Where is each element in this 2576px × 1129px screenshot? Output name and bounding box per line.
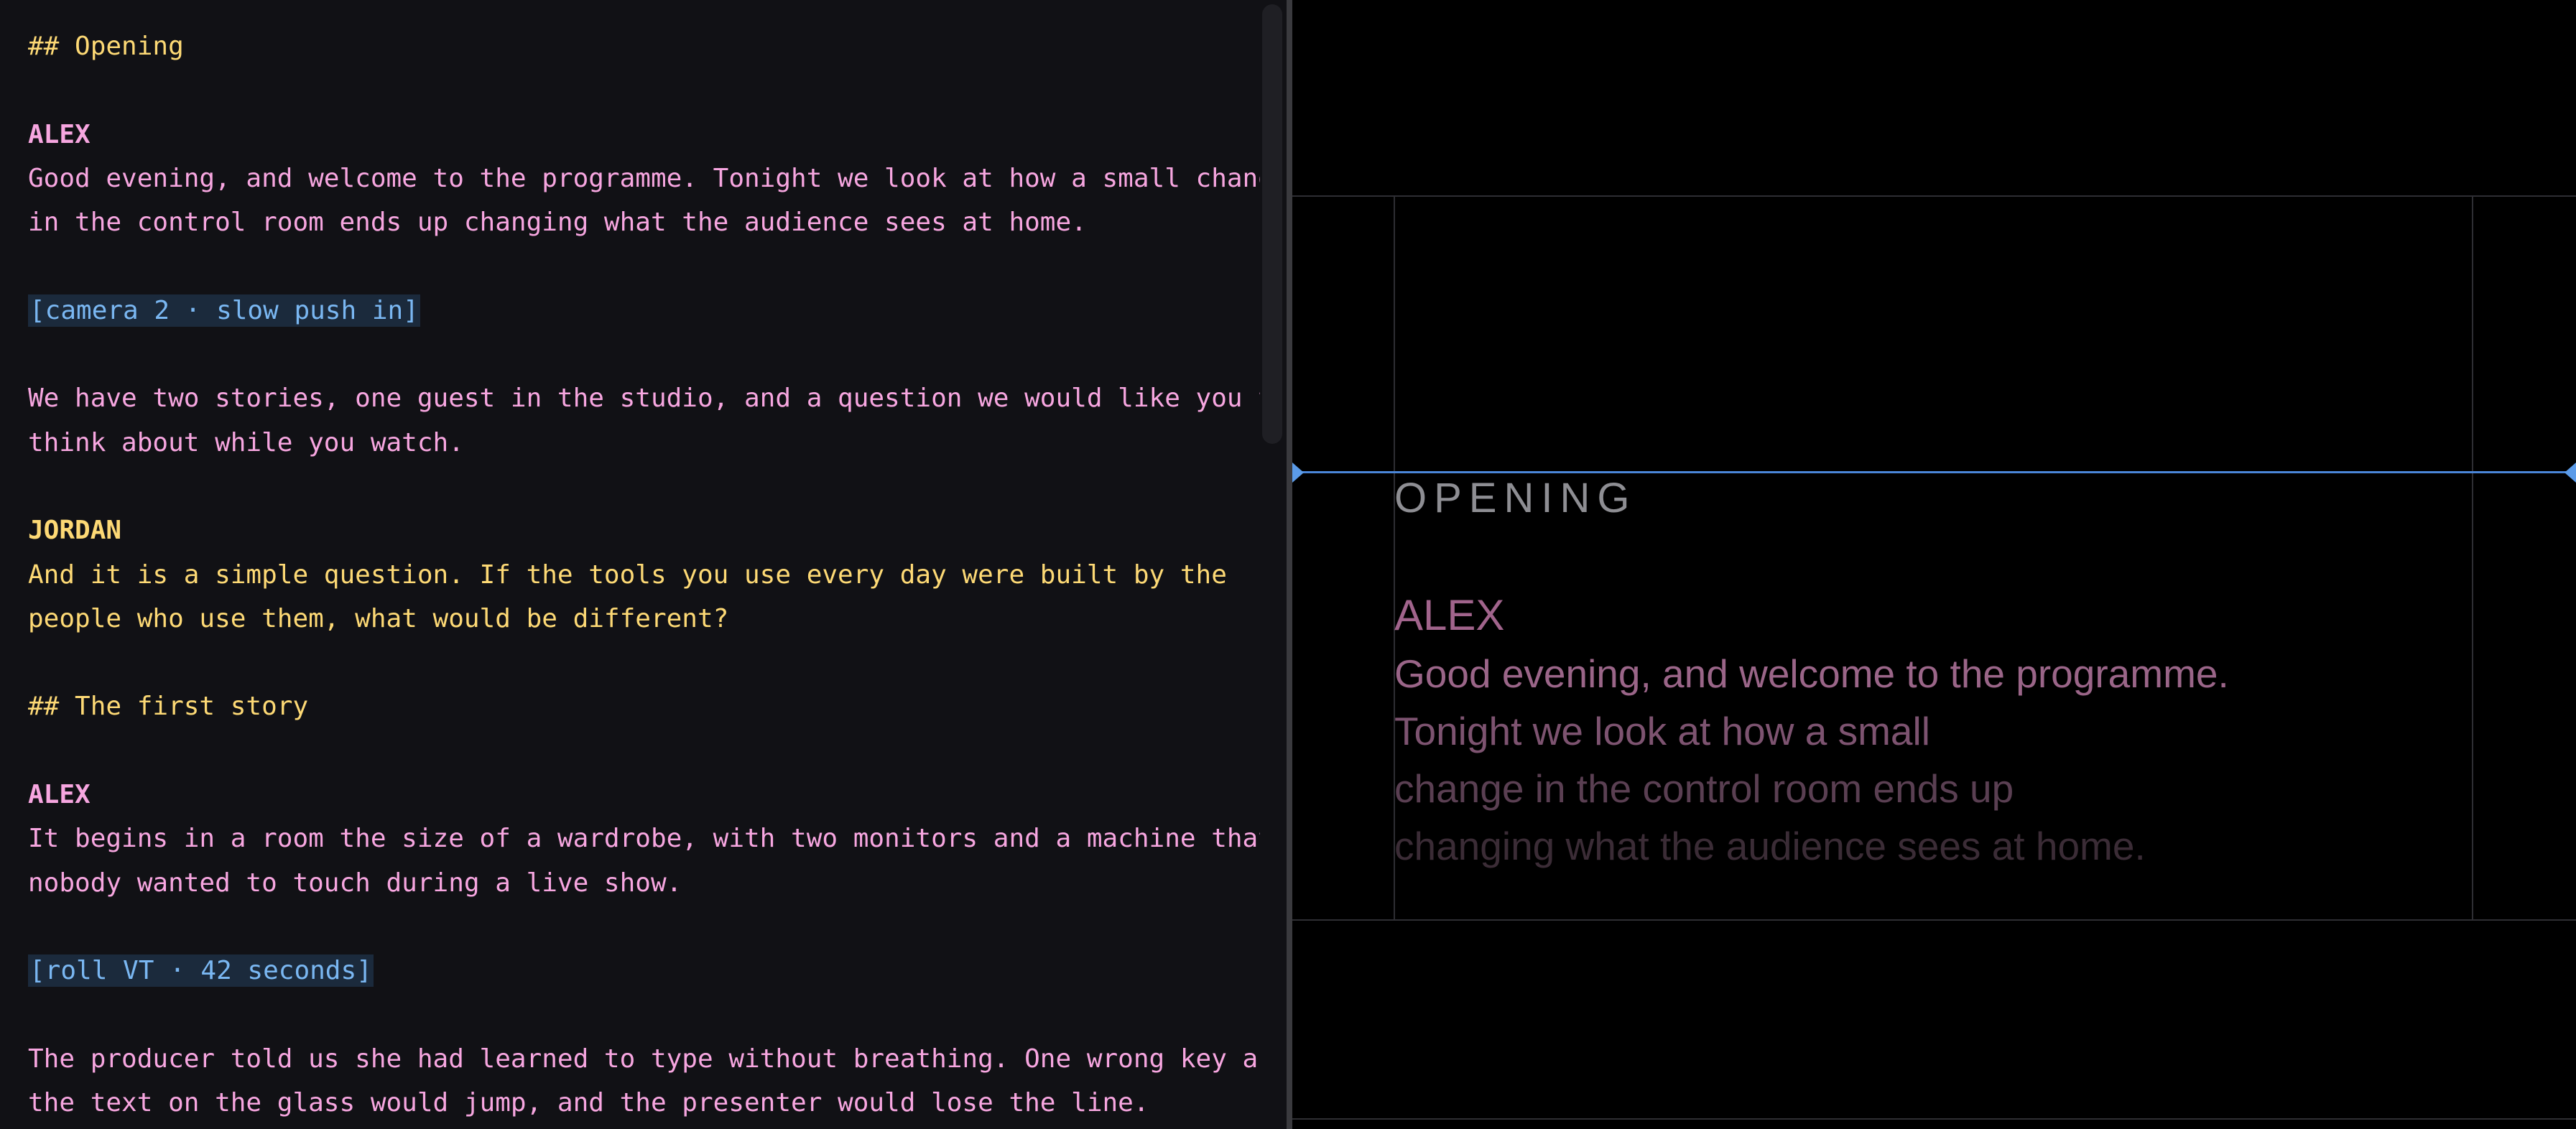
- safe-area-left-border: [1394, 195, 1395, 921]
- dialogue-text: nobody wanted to touch during a live sho…: [28, 868, 682, 898]
- dialogue-text: people who use them, what would be diffe…: [28, 603, 729, 633]
- dialogue-text: And it is a simple question. If the tool…: [28, 559, 1227, 590]
- script-line: the text on the glass would jump, and th…: [28, 1081, 1249, 1125]
- reading-marker-left-icon[interactable]: [1292, 463, 1304, 483]
- script-editor[interactable]: ## Opening ALEX Good evening, and welcome …: [0, 0, 1287, 1129]
- dialogue-text: Good evening, and welcome to the program…: [28, 163, 1287, 193]
- safe-area-bottom-border: [1292, 919, 2576, 921]
- prompter-line: Tonight we look at how a small: [1394, 709, 1930, 753]
- speaker-name: JORDAN: [28, 516, 122, 546]
- prompter-line: changing what the audience sees at home.: [1394, 824, 2146, 868]
- script-line: We have two stories, one guest in the st…: [28, 376, 1287, 420]
- script-line: think about while you watch.: [28, 421, 1249, 465]
- script-line: Good evening, and welcome to the program…: [28, 157, 1287, 200]
- dialogue-text: the text on the glass would jump, and th…: [28, 1088, 1149, 1118]
- prompter-preview: OPENING ALEX Good evening, and welcome t…: [1292, 0, 2576, 1129]
- teleprompter-app: ## Opening ALEX Good evening, and welcome …: [0, 0, 2576, 1129]
- script-line: And it is a simple question. If the tool…: [28, 553, 1249, 597]
- script-line: JORDAN: [28, 508, 1249, 552]
- script-line: The producer told us she had learned to …: [28, 1037, 1287, 1081]
- prompter-heading: OPENING: [1394, 475, 1637, 521]
- stage-cue: [roll VT · 42 seconds]: [28, 954, 374, 988]
- script-line: nobody wanted to touch during a live sho…: [28, 861, 1249, 905]
- dialogue-text: It begins in a room the size of a wardro…: [28, 824, 1274, 854]
- script-line: ALEX: [28, 113, 1249, 157]
- script-line: people who use them, what would be diffe…: [28, 597, 1249, 641]
- frame-bottom-border: [1292, 1118, 2576, 1120]
- safe-area-top-border: [1292, 195, 2576, 197]
- script-line: It begins in a room the size of a wardro…: [28, 817, 1274, 860]
- speaker-name: ALEX: [28, 119, 91, 149]
- section-heading: ## The first story: [28, 692, 309, 722]
- script-line: [camera 2 · slow push in]: [28, 289, 1249, 333]
- safe-area-right-border: [2472, 195, 2473, 921]
- dialogue-text: The producer told us she had learned to …: [28, 1044, 1287, 1074]
- section-heading: ## Opening: [28, 32, 184, 61]
- dialogue-text: think about while you watch.: [28, 427, 464, 457]
- script-line: ## Opening: [28, 24, 1249, 68]
- stage-cue: [camera 2 · slow push in]: [28, 294, 420, 327]
- pane-divider[interactable]: [1287, 0, 1292, 1129]
- script-line: [roll VT · 42 seconds]: [28, 949, 1249, 993]
- prompter-line: change in the control room ends up: [1394, 766, 2014, 811]
- dialogue-text: in the control room ends up changing wha…: [28, 208, 1087, 238]
- script-line: in the control room ends up changing wha…: [28, 200, 1249, 244]
- dialogue-text: We have two stories, one guest in the st…: [28, 384, 1287, 414]
- speaker-name: ALEX: [28, 780, 91, 810]
- reading-line[interactable]: [1292, 471, 2576, 473]
- script-line: ALEX: [28, 773, 1249, 817]
- script-line: ## The first story: [28, 684, 1249, 728]
- script-text[interactable]: ## Opening ALEX Good evening, and welcome …: [28, 0, 1287, 1125]
- prompter-line: Good evening, and welcome to the program…: [1394, 651, 2229, 696]
- reading-marker-right-icon[interactable]: [2565, 463, 2576, 483]
- editor-scrollbar-thumb[interactable]: [1262, 4, 1282, 444]
- prompter-speaker: ALEX: [1394, 591, 1505, 639]
